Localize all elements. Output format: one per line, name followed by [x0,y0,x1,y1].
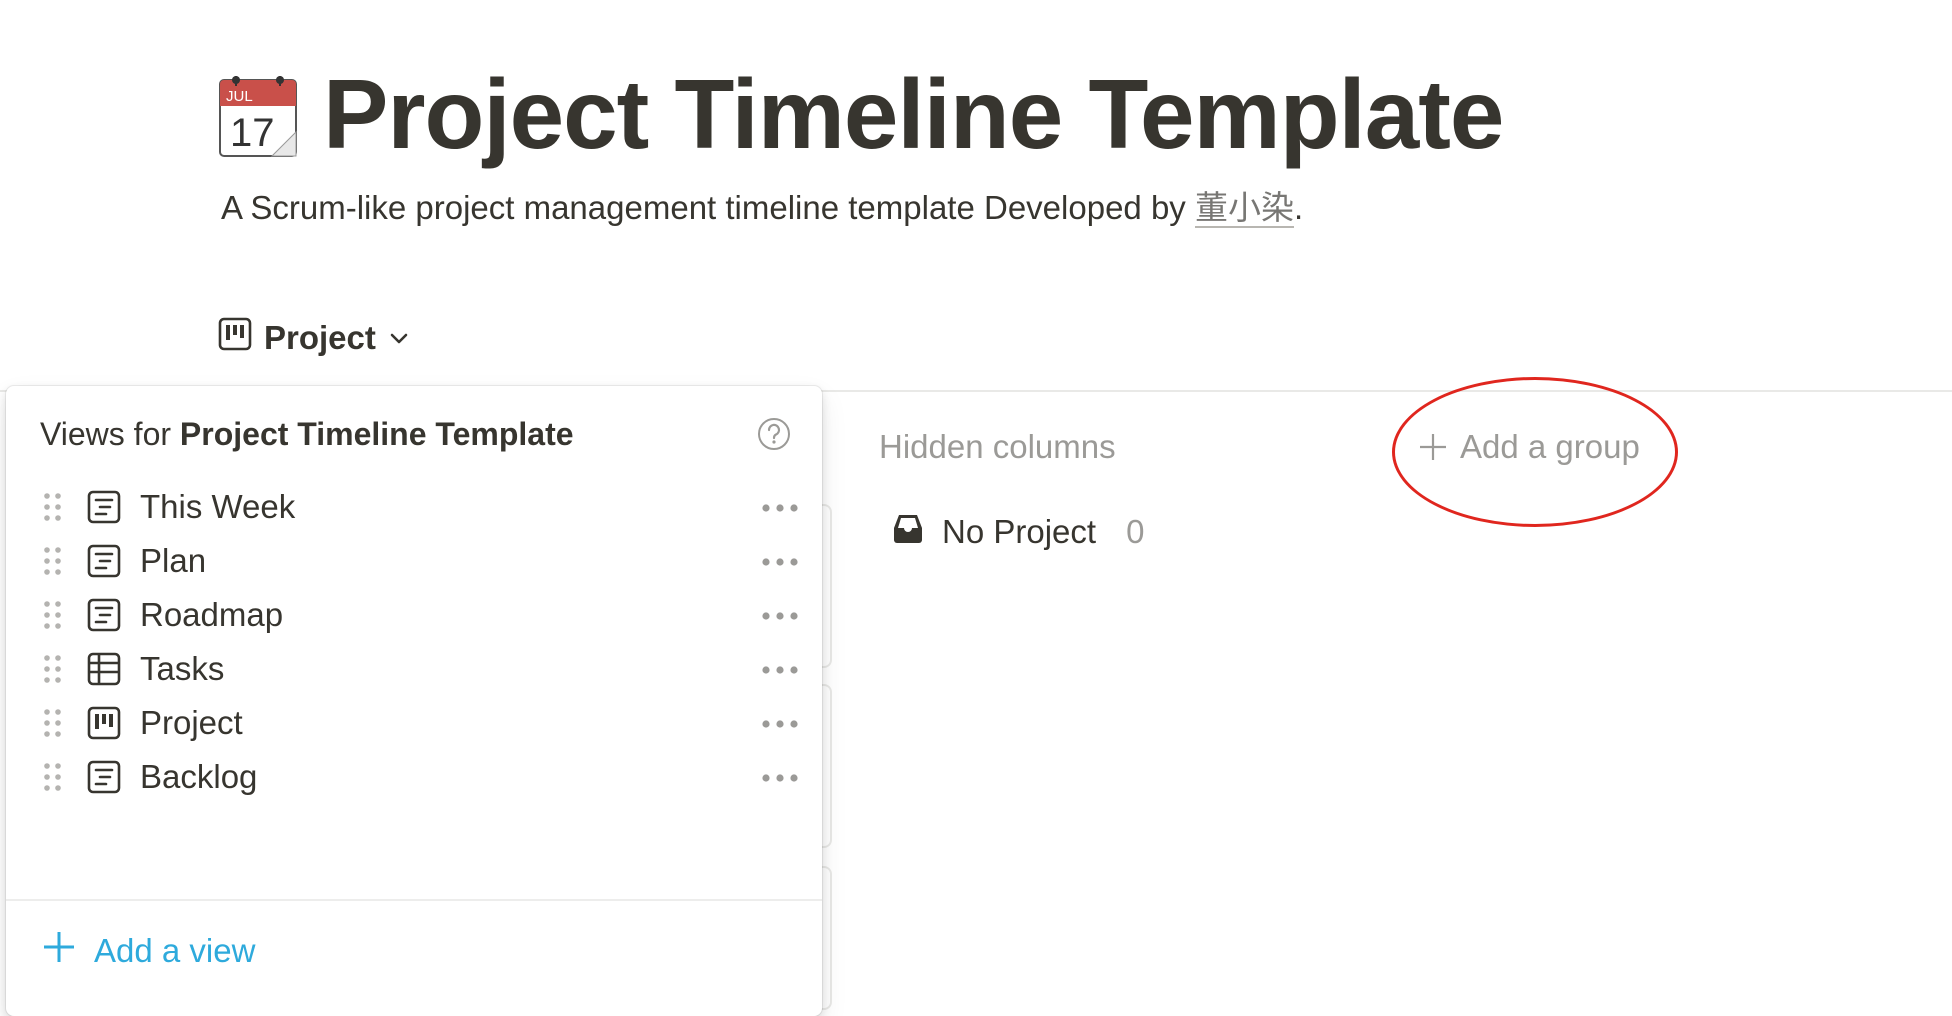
page-title[interactable]: Project Timeline Template [323,54,1504,174]
popup-header-database: Project Timeline Template [179,416,574,452]
description-text: A Scrum-like project management timeline… [221,189,1195,226]
chevron-down-icon [388,319,410,357]
add-view-label: Add a view [94,932,256,969]
more-options-icon[interactable] [760,663,800,675]
drag-handle-icon[interactable] [42,599,64,631]
calendar-month: JUL [226,88,253,105]
list-icon [86,489,122,525]
drag-handle-icon[interactable] [42,653,64,685]
add-group-label: Add a group [1460,428,1640,465]
description-period: . [1293,189,1304,226]
view-switcher-button[interactable]: Project [218,314,410,362]
more-options-icon[interactable] [760,501,800,513]
view-label: Plan [140,542,207,579]
view-label: This Week [140,488,296,525]
page-description[interactable]: A Scrum-like project management timeline… [221,186,1303,230]
view-label: Tasks [140,650,225,687]
question-circle-icon[interactable] [756,416,792,452]
more-options-icon[interactable] [760,717,800,729]
board-icon [218,317,252,359]
more-options-icon[interactable] [760,771,800,783]
view-label: Backlog [140,758,258,795]
more-options-icon[interactable] [760,555,800,567]
group-count: 0 [1126,513,1145,550]
add-group-button[interactable]: Add a group [1418,428,1640,466]
hidden-columns-header[interactable]: Hidden columns [879,428,1116,466]
drag-handle-icon[interactable] [42,545,64,577]
calendar-emoji-icon[interactable]: JUL 17 [216,72,300,160]
plus-icon [42,930,76,972]
list-icon [86,759,122,795]
list-icon [86,597,122,633]
author-mention-link[interactable]: 董小染 [1194,189,1294,228]
hidden-group-item[interactable]: No Project 0 [890,510,1144,554]
popup-separator [6,899,822,901]
view-item[interactable]: Backlog [6,744,822,810]
board-icon [86,705,122,741]
drag-handle-icon[interactable] [42,491,64,523]
views-popup-header: Views for Project Timeline Template [40,416,574,453]
more-options-icon[interactable] [760,609,800,621]
list-icon [86,543,122,579]
current-view-label: Project [264,319,376,356]
add-view-button[interactable]: Add a view [42,930,255,972]
view-label: Roadmap [140,596,284,633]
drag-handle-icon[interactable] [42,761,64,793]
calendar-day: 17 [230,111,275,155]
inbox-icon [890,510,926,554]
plus-icon [1418,431,1448,464]
group-name: No Project [942,513,1097,550]
drag-handle-icon[interactable] [42,707,64,739]
view-label: Project [140,704,243,741]
popup-header-prefix: Views for [40,416,180,452]
views-popup: Views for Project Timeline Template This… [6,386,822,1016]
table-icon [86,651,122,687]
